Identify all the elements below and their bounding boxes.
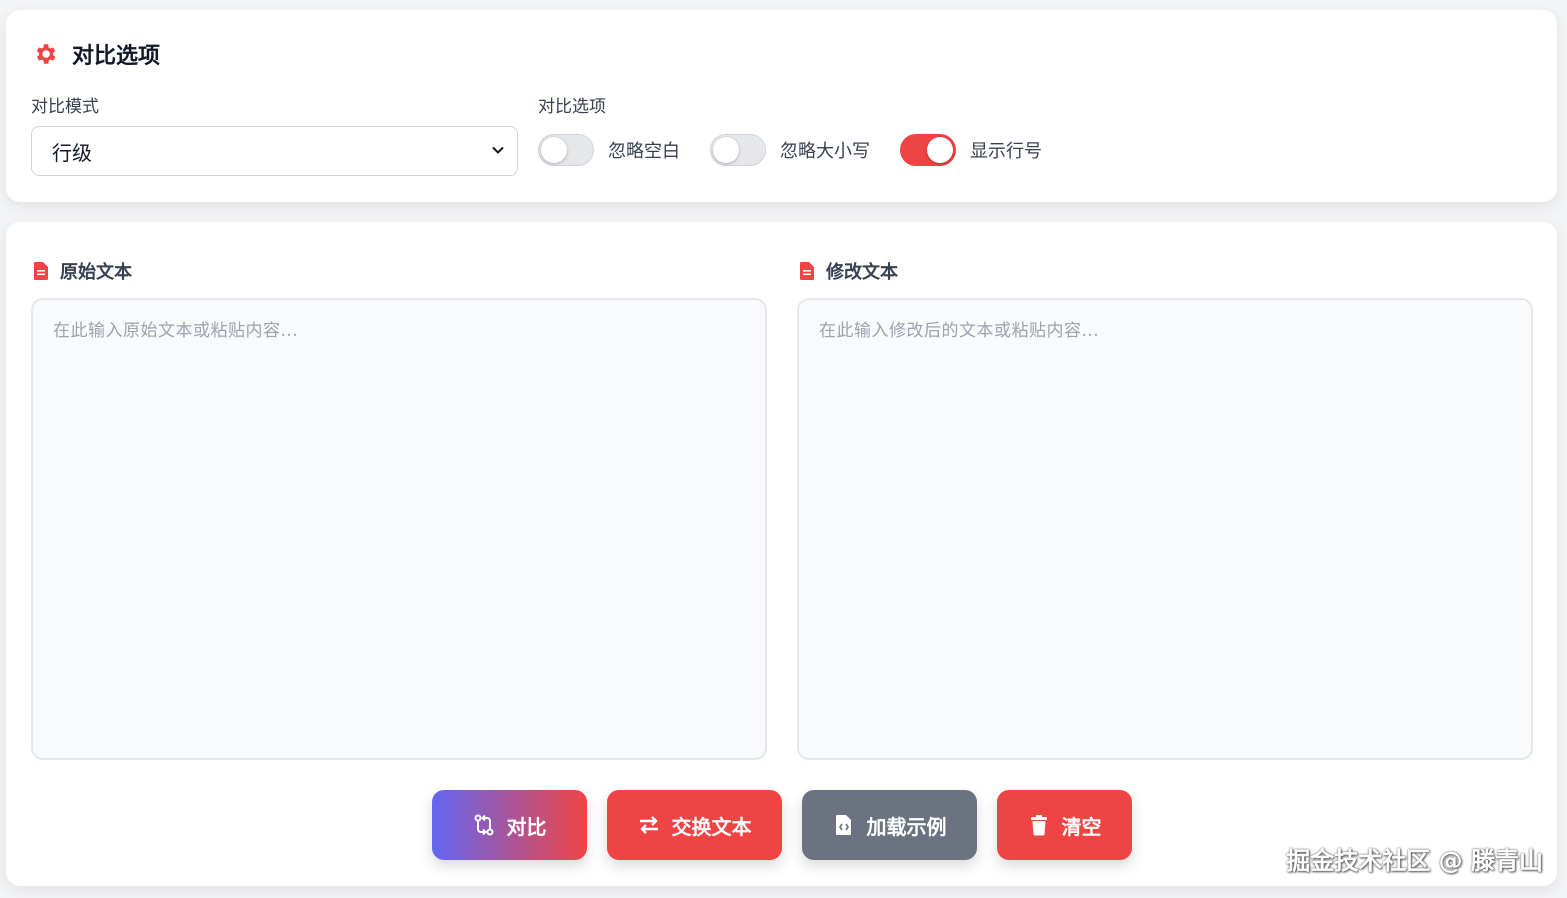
clear-button[interactable]: 清空 (997, 790, 1132, 860)
editor-panel: 原始文本 修改文本 在此输入原始文本或粘贴内容... 在此输入修改后的文本或粘贴… (6, 222, 1557, 886)
chevron-down-icon (492, 146, 504, 154)
modified-text-input[interactable]: 在此输入修改后的文本或粘贴内容... (797, 298, 1533, 760)
original-text-placeholder: 在此输入原始文本或粘贴内容... (53, 321, 299, 341)
watermark: 掘金技术社区 @ 滕青山 (1286, 847, 1543, 875)
options-title-text: 对比选项 (72, 44, 161, 69)
toggle-ignore-whitespace[interactable]: 忽略空白 (538, 134, 680, 166)
modified-text-heading: 修改文本 (800, 258, 898, 284)
toggle-show-line-numbers[interactable]: 显示行号 (900, 134, 1042, 166)
swap-button-label: 交换文本 (671, 814, 752, 839)
modified-text-placeholder: 在此输入修改后的文本或粘贴内容... (819, 321, 1100, 341)
original-text-heading: 原始文本 (34, 258, 132, 284)
toggle-label: 忽略大小写 (780, 141, 870, 162)
mode-select[interactable]: 行级 (31, 126, 518, 176)
switch-show-line-numbers[interactable] (900, 134, 956, 166)
load-example-button[interactable]: 加载示例 (802, 790, 977, 860)
swap-icon (639, 816, 658, 834)
options-panel: 对比选项 对比模式 行级 对比选项 忽略空白 忽略大小写 显示行号 (6, 10, 1557, 202)
load-example-label: 加载示例 (866, 814, 947, 839)
document-icon (34, 262, 48, 280)
compare-button-label: 对比 (506, 814, 547, 839)
toggle-group: 忽略空白 忽略大小写 显示行号 (538, 134, 1072, 166)
gear-icon (36, 44, 56, 64)
mode-label: 对比模式 (31, 97, 99, 117)
options-title: 对比选项 (32, 38, 160, 70)
compare-options-label: 对比选项 (538, 97, 606, 117)
code-file-icon (835, 815, 851, 835)
compare-button[interactable]: 对比 (432, 790, 587, 860)
switch-ignore-whitespace[interactable] (538, 134, 594, 166)
toggle-label: 忽略空白 (608, 141, 680, 162)
modified-text-title: 修改文本 (826, 262, 898, 283)
swap-text-button[interactable]: 交换文本 (607, 790, 782, 860)
mode-select-value: 行级 (52, 140, 92, 165)
original-text-input[interactable]: 在此输入原始文本或粘贴内容... (31, 298, 767, 760)
trash-icon (1030, 815, 1047, 836)
document-icon (800, 262, 814, 280)
switch-ignore-case[interactable] (710, 134, 766, 166)
toggle-ignore-case[interactable]: 忽略大小写 (710, 134, 870, 166)
toggle-label: 显示行号 (970, 141, 1042, 162)
original-text-title: 原始文本 (60, 262, 132, 283)
clear-button-label: 清空 (1061, 814, 1102, 839)
compare-arrows-icon (474, 814, 493, 836)
